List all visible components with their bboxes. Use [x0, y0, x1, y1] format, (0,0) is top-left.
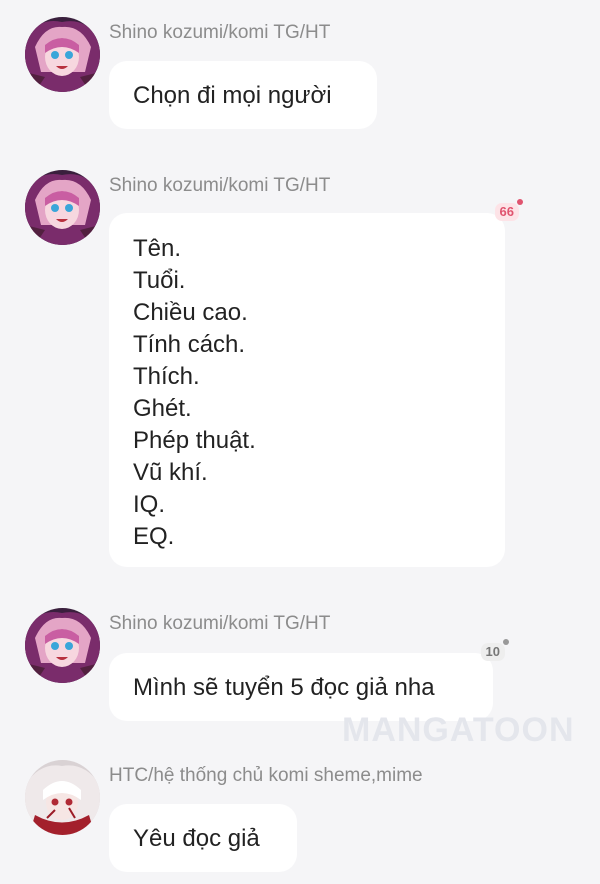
avatar[interactable] — [25, 17, 100, 92]
badge-dot-icon — [503, 639, 509, 645]
sender-name: HTC/hệ thống chủ komi sheme,mime — [109, 765, 423, 786]
message-text: Chọn đi mọi người — [133, 82, 332, 109]
avatar[interactable] — [25, 170, 100, 245]
message-bubble: Chọn đi mọi người — [109, 61, 377, 129]
comment-count-badge[interactable]: 66 — [494, 199, 523, 221]
message-text: Tên. — [133, 235, 182, 262]
sender-name: Shino kozumi/komi TG/HT — [109, 22, 331, 43]
anime-avatar-white-hair-icon — [25, 760, 100, 835]
message-text: Mình sẽ tuyển 5 đọc giả nha — [133, 674, 435, 701]
message-text: Tuổi. — [133, 267, 186, 294]
message-text: Thích. — [133, 363, 200, 390]
anime-avatar-pink-hair-icon — [25, 17, 100, 92]
comment-count-badge[interactable]: 10 — [480, 639, 509, 661]
avatar[interactable] — [25, 608, 100, 683]
anime-avatar-pink-hair-icon — [25, 608, 100, 683]
message-bubble: Tên. Tuổi. Chiều cao. Tính cách. Thích. … — [109, 199, 523, 567]
comment-count: 10 — [485, 644, 500, 659]
message-bubble: Yêu đọc giả — [109, 804, 297, 872]
message-text: EQ. — [133, 523, 175, 550]
message-text: IQ. — [133, 491, 166, 518]
sender-name: Shino kozumi/komi TG/HT — [109, 175, 331, 196]
anime-avatar-pink-hair-icon — [25, 170, 100, 245]
watermark: MANGATOON — [342, 711, 575, 749]
message-text: Phép thuật. — [133, 427, 256, 454]
message-text: Yêu đọc giả — [133, 825, 260, 852]
message-text: Vũ khí. — [133, 459, 208, 486]
badge-dot-icon — [517, 199, 523, 205]
sender-name: Shino kozumi/komi TG/HT — [109, 613, 331, 634]
comment-count: 66 — [499, 204, 514, 219]
message-text: Ghét. — [133, 395, 192, 422]
message-text: Tính cách. — [133, 331, 246, 358]
avatar[interactable] — [25, 760, 100, 835]
message-text: Chiều cao. — [133, 299, 248, 326]
